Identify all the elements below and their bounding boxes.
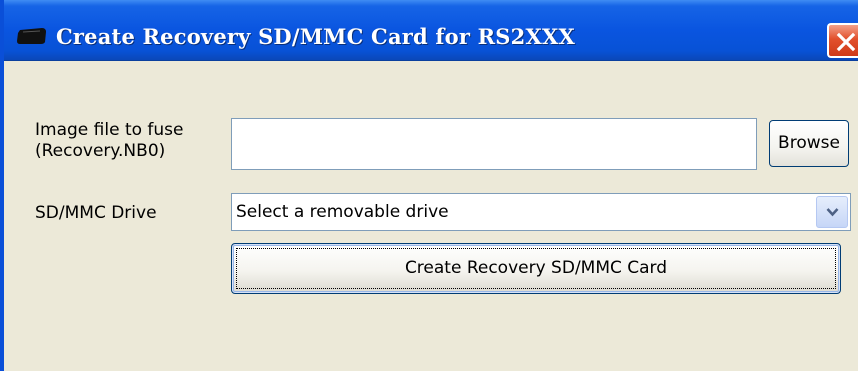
browse-button[interactable]: Browse	[769, 120, 849, 167]
image-file-input[interactable]	[231, 118, 757, 170]
drive-select[interactable]: Select a removable drive	[231, 193, 851, 231]
sd-card-icon	[16, 27, 48, 45]
drive-select-value: Select a removable drive	[236, 202, 449, 222]
dropdown-button[interactable]	[816, 196, 848, 228]
close-button[interactable]	[827, 23, 858, 58]
title-bar[interactable]: Create Recovery SD/MMC Card for RS2XXX	[4, 0, 858, 61]
create-recovery-card-label: Create Recovery SD/MMC Card	[404, 258, 668, 278]
sd-drive-label: SD/MMC Drive	[35, 203, 157, 223]
image-file-label-line2: (Recovery.NB0)	[35, 141, 166, 161]
image-file-label: Image file to fuse (Recovery.NB0)	[35, 120, 225, 162]
create-recovery-card-button[interactable]: Create Recovery SD/MMC Card	[231, 243, 841, 294]
dialog-window: Create Recovery SD/MMC Card for RS2XXX I…	[0, 0, 858, 371]
image-file-label-line1: Image file to fuse	[35, 120, 184, 140]
window-title: Create Recovery SD/MMC Card for RS2XXX	[56, 24, 575, 49]
